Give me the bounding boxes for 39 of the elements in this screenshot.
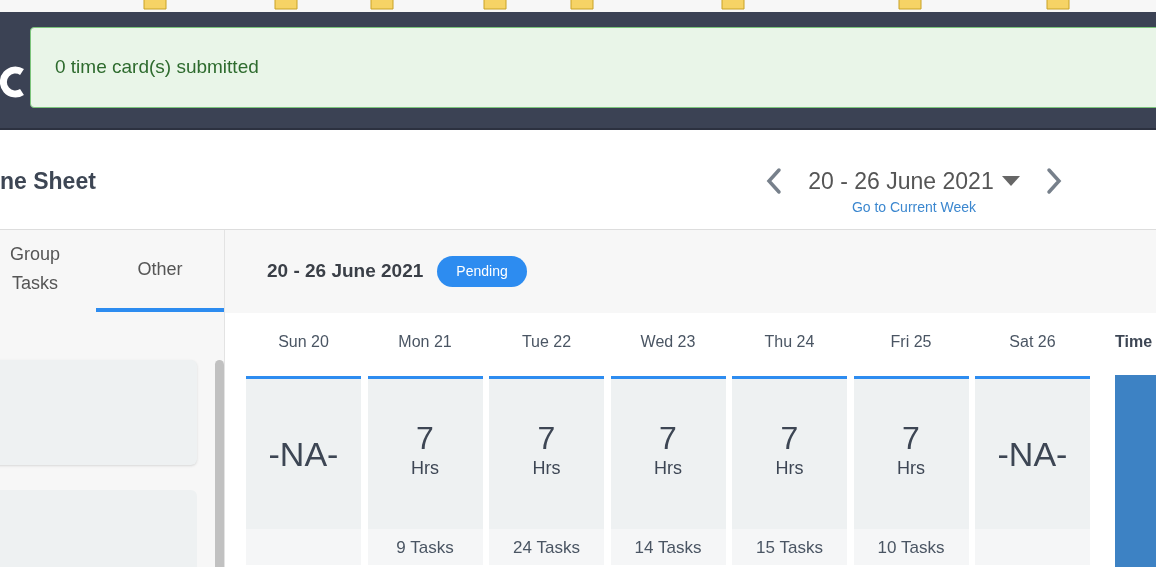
hours-value: 7 <box>902 420 920 455</box>
hours-unit: Hrs <box>775 456 804 480</box>
task-count: 9 Tasks <box>395 537 455 559</box>
not-applicable-text: -NA- <box>268 433 339 475</box>
not-applicable-text: -NA- <box>997 433 1068 475</box>
hours-unit: Hrs <box>411 456 439 480</box>
tab[interactable]: Group Tasks <box>0 230 96 312</box>
day-label: Sun 20 <box>277 332 330 352</box>
task-count: 14 Tasks <box>633 537 703 559</box>
summary-heading: Time <box>1115 332 1154 352</box>
week-range: 20 - 26 June 2021 <box>267 259 424 284</box>
task-count: 24 Tasks <box>512 537 581 559</box>
status-badge: Pending <box>437 256 527 287</box>
notification-message: 0 time card(s) submitted <box>55 55 259 80</box>
task-count: 15 Tasks <box>755 537 824 559</box>
hours-value: 7 <box>416 420 434 455</box>
day-card[interactable]: -NA- <box>975 376 1090 565</box>
task-count: 10 Tasks <box>876 537 946 559</box>
day-card[interactable]: 7 Hrs 15 Tasks <box>732 376 847 565</box>
day-card[interactable]: -NA- <box>246 376 361 565</box>
hours-value: 7 <box>659 420 677 455</box>
day-label: Wed 23 <box>639 332 697 352</box>
hours-value: 7 <box>780 420 799 455</box>
page-title: ne Sheet <box>0 167 96 196</box>
hours-value: 7 <box>537 420 556 455</box>
day-card[interactable]: 7 Hrs 24 Tasks <box>489 376 604 565</box>
hours-unit: Hrs <box>897 456 925 480</box>
day-label: Fri 25 <box>889 332 933 352</box>
day-label: Mon 21 <box>397 332 453 352</box>
hours-unit: Hrs <box>532 456 561 480</box>
day-card[interactable]: 7 Hrs 9 Tasks <box>367 376 483 565</box>
day-label: Thu 24 <box>763 332 816 352</box>
week-dropdown[interactable]: 20 - 26 June 2021 <box>798 164 1030 199</box>
hours-unit: Hrs <box>654 456 682 480</box>
day-card[interactable]: 7 Hrs 14 Tasks <box>610 376 726 565</box>
day-card[interactable]: 7 Hrs 10 Tasks <box>853 376 969 565</box>
day-label: Tue 22 <box>520 332 573 352</box>
day-label: Sat 26 <box>1008 332 1057 352</box>
current-week-link[interactable]: Go to Current Week <box>851 196 977 218</box>
